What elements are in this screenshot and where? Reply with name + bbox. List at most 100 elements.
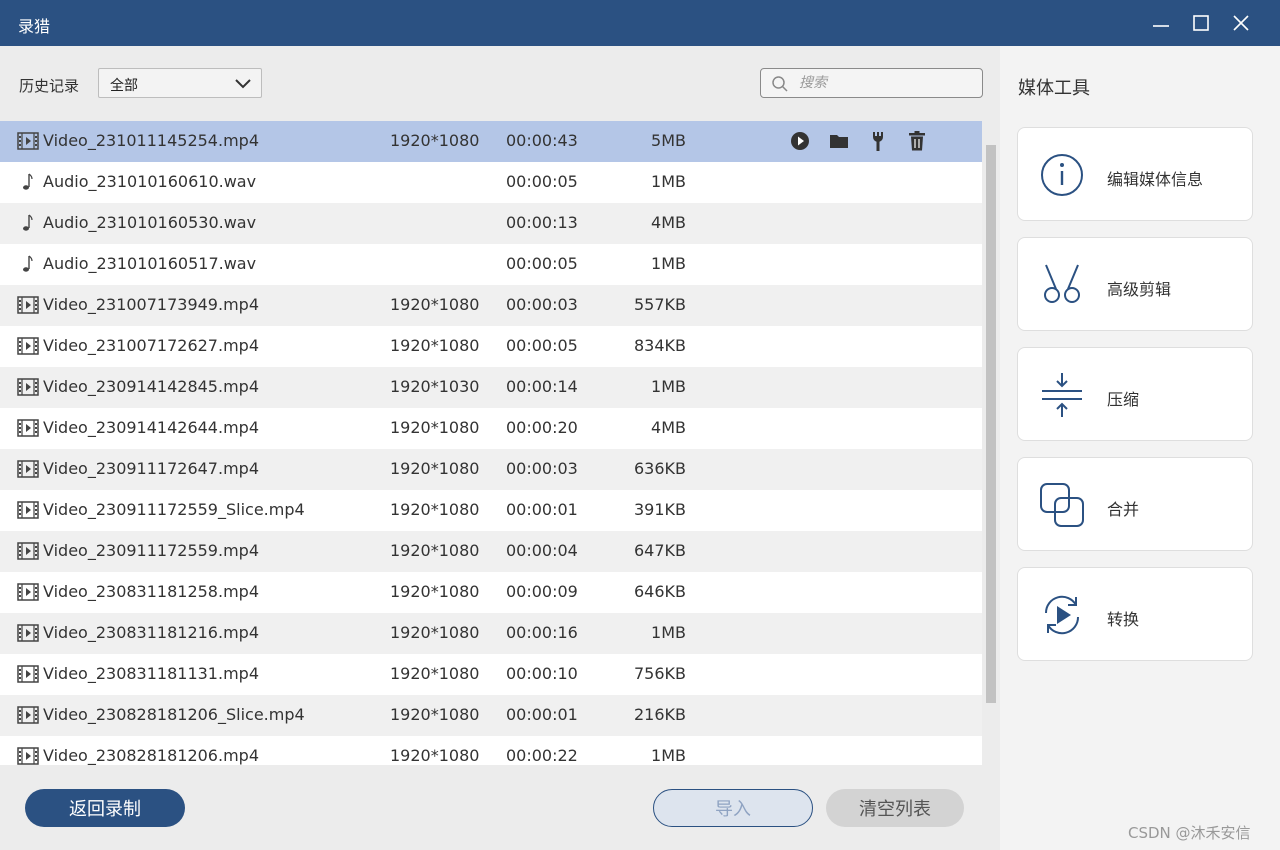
file-row[interactable]: Video_230831181216.mp4 1920*1080 00:00:16 1… [0, 613, 982, 654]
file-row[interactable]: Video_230914142845.mp4 1920*1030 00:00:14 1… [0, 367, 982, 408]
title-bar: 录猎 [0, 0, 1280, 46]
file-size: 756KB [633, 664, 686, 683]
file-name: Audio_231010160530.wav [43, 213, 257, 232]
import-button[interactable]: 导入 [653, 789, 813, 827]
file-row[interactable]: Audio_231010160530.wav 00:00:13 4MB [0, 203, 982, 244]
search-input[interactable] [799, 73, 969, 93]
file-duration: 00:00:04 [506, 541, 578, 560]
close-button[interactable] [1223, 8, 1259, 38]
file-row[interactable]: Video_231011145254.mp4 1920*1080 00:00:43 5… [0, 121, 982, 162]
file-size: 646KB [633, 582, 686, 601]
tool-compress[interactable]: 压缩 [1017, 347, 1253, 441]
file-name: Video_230828181206_Slice.mp4 [43, 705, 305, 724]
file-name: Video_231011145254.mp4 [43, 131, 259, 150]
clear-list-button[interactable]: 清空列表 [826, 789, 964, 827]
tool-label: 压缩 [1107, 390, 1140, 409]
file-size: 647KB [633, 541, 686, 560]
file-row[interactable]: Video_230914142644.mp4 1920*1080 00:00:20 4… [0, 408, 982, 449]
file-row[interactable]: Audio_231010160517.wav 00:00:05 1MB [0, 244, 982, 285]
file-resolution: 1920*1080 [390, 746, 480, 765]
dropdown-value: 全部 [110, 78, 138, 94]
trash-icon[interactable] [905, 130, 928, 152]
chevron-down-icon [233, 75, 253, 97]
media-tools-panel: 媒体工具 编辑媒体信息 高级剪辑 压缩 合并 转换 [1000, 46, 1280, 850]
tool-merge[interactable]: 合并 [1017, 457, 1253, 551]
history-panel: 历史记录 全部 Video_231011145254.mp4 1920*1080 0… [0, 46, 1000, 850]
file-size: 557KB [633, 295, 686, 314]
media-tools-title: 媒体工具 [1018, 78, 1090, 99]
file-duration: 00:00:03 [506, 295, 578, 314]
file-row[interactable]: Audio_231010160610.wav 00:00:05 1MB [0, 162, 982, 203]
video-file-icon [17, 706, 39, 724]
file-duration: 00:00:05 [506, 254, 578, 273]
video-file-icon [17, 747, 39, 765]
file-size: 5MB [651, 131, 686, 150]
minimize-icon [1153, 25, 1169, 27]
file-duration: 00:00:01 [506, 500, 578, 519]
audio-file-icon [17, 214, 39, 232]
folder-icon[interactable] [827, 130, 850, 152]
video-file-icon [17, 132, 39, 150]
video-file-icon [17, 296, 39, 314]
video-file-icon [17, 624, 39, 642]
file-duration: 00:00:05 [506, 336, 578, 355]
file-row[interactable]: Video_230831181131.mp4 1920*1080 00:00:10 7… [0, 654, 982, 695]
video-file-icon [17, 460, 39, 478]
minimize-button[interactable] [1143, 8, 1179, 38]
file-resolution: 1920*1030 [390, 377, 480, 396]
search-icon [771, 75, 789, 97]
file-resolution: 1920*1080 [390, 500, 480, 519]
tool-convert[interactable]: 转换 [1017, 567, 1253, 661]
file-duration: 00:00:16 [506, 623, 578, 642]
tool-advanced-cut[interactable]: 高级剪辑 [1017, 237, 1253, 331]
file-row[interactable]: Video_231007173949.mp4 1920*1080 00:00:03 5… [0, 285, 982, 326]
file-duration: 00:00:13 [506, 213, 578, 232]
tool-edit-media-info[interactable]: 编辑媒体信息 [1017, 127, 1253, 221]
compress-icon [1038, 371, 1086, 419]
merge-icon [1038, 481, 1086, 529]
history-label: 历史记录 [19, 77, 80, 95]
file-name: Video_230911172559_Slice.mp4 [43, 500, 305, 519]
file-resolution: 1920*1080 [390, 418, 480, 437]
close-icon [1233, 15, 1249, 31]
history-filter-dropdown[interactable]: 全部 [98, 68, 262, 98]
file-size: 216KB [633, 705, 686, 724]
play-icon[interactable] [788, 130, 811, 152]
file-row[interactable]: Video_230831181258.mp4 1920*1080 00:00:09 6… [0, 572, 982, 613]
file-name: Video_230914142845.mp4 [43, 377, 259, 396]
watermark: CSDN @沐禾安信 [1128, 824, 1251, 842]
file-row[interactable]: Video_230911172647.mp4 1920*1080 00:00:03 6… [0, 449, 982, 490]
file-row[interactable]: Video_230828181206_Slice.mp4 1920*1080 00:… [0, 695, 982, 736]
convert-icon [1038, 591, 1086, 639]
file-size: 636KB [633, 459, 686, 478]
file-row[interactable]: Video_230911172559.mp4 1920*1080 00:00:04 6… [0, 531, 982, 572]
video-file-icon [17, 665, 39, 683]
file-size: 834KB [633, 336, 686, 355]
file-duration: 00:00:43 [506, 131, 578, 150]
file-row[interactable]: Video_230828181206.mp4 1920*1080 00:00:22 1… [0, 736, 982, 765]
info-icon [1038, 151, 1086, 199]
file-resolution: 1920*1080 [390, 582, 480, 601]
file-resolution: 1920*1080 [390, 705, 480, 724]
tool-label: 编辑媒体信息 [1107, 170, 1204, 189]
search-box [760, 68, 983, 98]
scrollbar-thumb[interactable] [986, 145, 996, 703]
file-duration: 00:00:22 [506, 746, 578, 765]
file-size: 4MB [651, 213, 686, 232]
file-size: 1MB [651, 254, 686, 273]
file-name: Video_230831181258.mp4 [43, 582, 259, 601]
file-name: Video_230828181206.mp4 [43, 746, 259, 765]
file-size: 1MB [651, 172, 686, 191]
file-resolution: 1920*1080 [390, 295, 480, 314]
file-row[interactable]: Video_230911172559_Slice.mp4 1920*1080 00:… [0, 490, 982, 531]
back-to-record-button[interactable]: 返回录制 [25, 789, 185, 827]
file-resolution: 1920*1080 [390, 459, 480, 478]
file-size: 391KB [633, 500, 686, 519]
wrench-icon[interactable] [866, 130, 889, 152]
file-name: Video_230831181131.mp4 [43, 664, 259, 683]
file-name: Video_231007173949.mp4 [43, 295, 259, 314]
file-row[interactable]: Video_231007172627.mp4 1920*1080 00:00:05 8… [0, 326, 982, 367]
file-name: Video_230831181216.mp4 [43, 623, 259, 642]
file-duration: 00:00:09 [506, 582, 578, 601]
maximize-button[interactable] [1183, 8, 1219, 38]
